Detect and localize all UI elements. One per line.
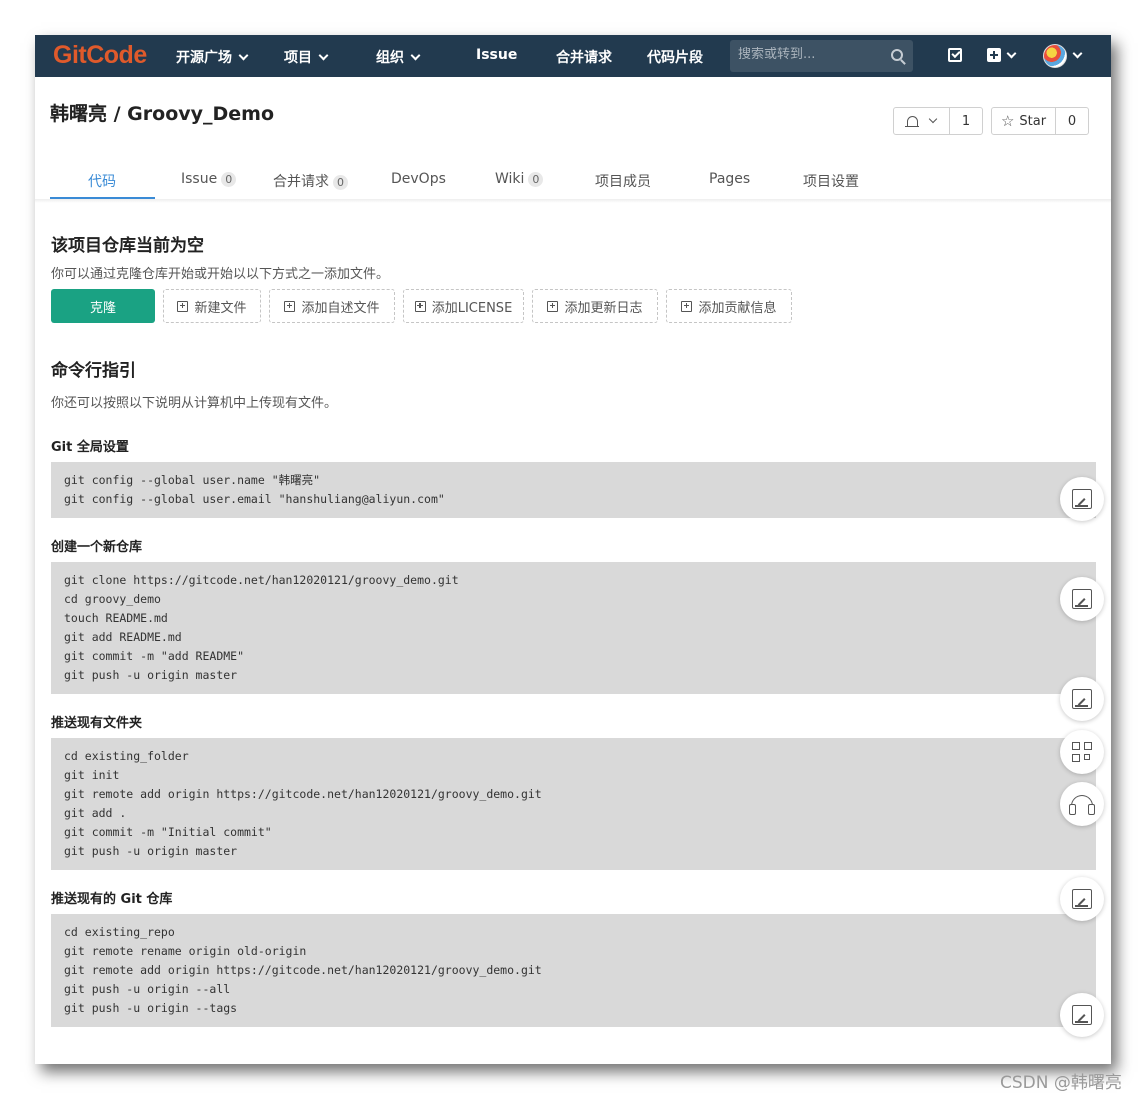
repo-title: 韩曙亮 / Groovy_Demo (50, 103, 275, 125)
bell-icon (905, 115, 919, 128)
new-file-button[interactable]: 新建文件 (163, 289, 261, 323)
add-license-label: 添加LICENSE (431, 300, 513, 316)
notification-button[interactable] (894, 108, 950, 134)
nav-projects[interactable]: 项目 (284, 47, 329, 67)
plus-square-icon (681, 300, 693, 312)
watch-count[interactable]: 1 (950, 108, 982, 134)
tab-members[interactable]: 项目成员 (595, 171, 651, 191)
headset-icon (1069, 795, 1095, 815)
add-contributing-button[interactable]: 添加贡献信息 (666, 289, 792, 323)
browser-frame: GitCode 开源广场 项目 组织 Issue 合并请求 代码片段 韩曙亮 /… (35, 35, 1111, 1064)
header-divider (35, 199, 1111, 203)
tab-issues-label: Issue (181, 171, 218, 187)
chevron-down-icon (318, 50, 329, 61)
plus-square-icon (284, 300, 296, 312)
search-box (730, 40, 913, 72)
section-title-new-repo: 创建一个新仓库 (51, 540, 143, 555)
section-title-push-folder: 推送现有文件夹 (51, 716, 143, 731)
nav-issues[interactable]: Issue (476, 47, 517, 63)
user-avatar[interactable] (1043, 44, 1067, 68)
plus-square-icon (177, 300, 189, 312)
tab-wiki-label: Wiki (495, 171, 525, 187)
nav-explore[interactable]: 开源广场 (176, 47, 249, 67)
tab-merge-requests[interactable]: 合并请求 0 (273, 171, 348, 191)
plus-square-icon (547, 300, 559, 312)
star-label: Star (1019, 113, 1047, 129)
new-file-label: 新建文件 (194, 300, 247, 316)
floating-notes-button[interactable] (1060, 877, 1104, 921)
add-contributing-label: 添加贡献信息 (698, 300, 777, 316)
add-license-button[interactable]: 添加LICENSE (403, 289, 524, 323)
floating-support-button[interactable] (1060, 782, 1104, 826)
qrcode-icon (1072, 742, 1092, 762)
nav-snippets[interactable]: 代码片段 (647, 47, 703, 67)
nav-groups[interactable]: 组织 (376, 47, 421, 67)
new-item-plus-icon[interactable] (987, 48, 1001, 62)
section-title-push-repo: 推送现有的 Git 仓库 (51, 892, 173, 907)
add-readme-button[interactable]: 添加自述文件 (269, 289, 395, 323)
gitcode-logo[interactable]: GitCode (53, 41, 147, 70)
plus-square-icon (414, 300, 426, 312)
nav-merge-requests[interactable]: 合并请求 (556, 47, 612, 67)
nav-projects-label: 项目 (284, 50, 312, 66)
tab-wiki-count: 0 (528, 172, 544, 187)
add-changelog-button[interactable]: 添加更新日志 (532, 289, 658, 323)
chevron-down-icon (410, 50, 421, 61)
tab-devops[interactable]: DevOps (391, 171, 446, 187)
star-count[interactable]: 0 (1056, 108, 1088, 134)
tab-issues-count: 0 (221, 172, 237, 187)
todo-checkbox-icon[interactable] (948, 48, 962, 62)
add-changelog-label: 添加更新日志 (564, 300, 643, 316)
tab-pages[interactable]: Pages (709, 171, 750, 187)
cli-title: 命令行指引 (51, 361, 136, 381)
floating-qrcode-button[interactable] (1060, 730, 1104, 774)
empty-repo-description: 你可以通过克隆仓库开始或开始以以下方式之一添加文件。 (51, 267, 390, 282)
star-button-group: ☆ Star 0 (991, 107, 1089, 135)
chevron-down-icon[interactable] (1006, 48, 1017, 59)
floating-notes-button[interactable] (1060, 577, 1104, 621)
nav-groups-label: 组织 (376, 50, 404, 66)
top-navbar: GitCode 开源广场 项目 组织 Issue 合并请求 代码片段 (35, 35, 1111, 77)
cli-description: 你还可以按照以下说明从计算机中上传现有文件。 (51, 396, 338, 411)
tab-settings[interactable]: 项目设置 (803, 171, 859, 191)
edit-document-icon (1072, 489, 1092, 509)
tab-issues[interactable]: Issue 0 (181, 171, 237, 187)
code-block-new-repo[interactable]: git clone https://gitcode.net/han1202012… (51, 562, 1096, 694)
code-block-push-repo[interactable]: cd existing_repo git remote rename origi… (51, 914, 1096, 1027)
edit-document-icon (1072, 1005, 1092, 1025)
chevron-down-icon (238, 50, 249, 61)
chevron-down-icon (928, 114, 938, 124)
edit-document-icon (1072, 589, 1092, 609)
search-icon[interactable] (891, 49, 903, 61)
star-icon: ☆ (1000, 112, 1015, 130)
code-block-git-setup[interactable]: git config --global user.name "韩曙亮" git … (51, 462, 1096, 518)
empty-repo-title: 该项目仓库当前为空 (51, 236, 204, 256)
add-readme-label: 添加自述文件 (301, 300, 380, 316)
star-button[interactable]: ☆ Star (992, 108, 1056, 134)
floating-notes-button[interactable] (1060, 993, 1104, 1037)
csdn-watermark: CSDN @韩曙亮 (1000, 1073, 1122, 1093)
watch-button-group: 1 (893, 107, 983, 135)
edit-document-icon (1072, 889, 1092, 909)
section-title-git-setup: Git 全局设置 (51, 440, 129, 455)
code-block-push-folder[interactable]: cd existing_folder git init git remote a… (51, 738, 1096, 870)
chevron-down-icon[interactable] (1072, 48, 1083, 59)
floating-notes-button[interactable] (1060, 677, 1104, 721)
clone-button[interactable]: 克隆 (51, 289, 155, 323)
tab-merge-requests-label: 合并请求 (273, 174, 329, 190)
nav-explore-label: 开源广场 (176, 50, 232, 66)
search-input[interactable] (738, 47, 878, 62)
tab-merge-requests-count: 0 (333, 175, 348, 190)
edit-document-icon (1072, 689, 1092, 709)
tab-code[interactable]: 代码 (88, 171, 116, 191)
project-tabs: 代码 Issue 0 合并请求 0 DevOps Wiki 0 项目成员 Pages … (50, 162, 1111, 200)
tab-wiki[interactable]: Wiki 0 (495, 171, 544, 187)
floating-notes-button[interactable] (1060, 477, 1104, 521)
